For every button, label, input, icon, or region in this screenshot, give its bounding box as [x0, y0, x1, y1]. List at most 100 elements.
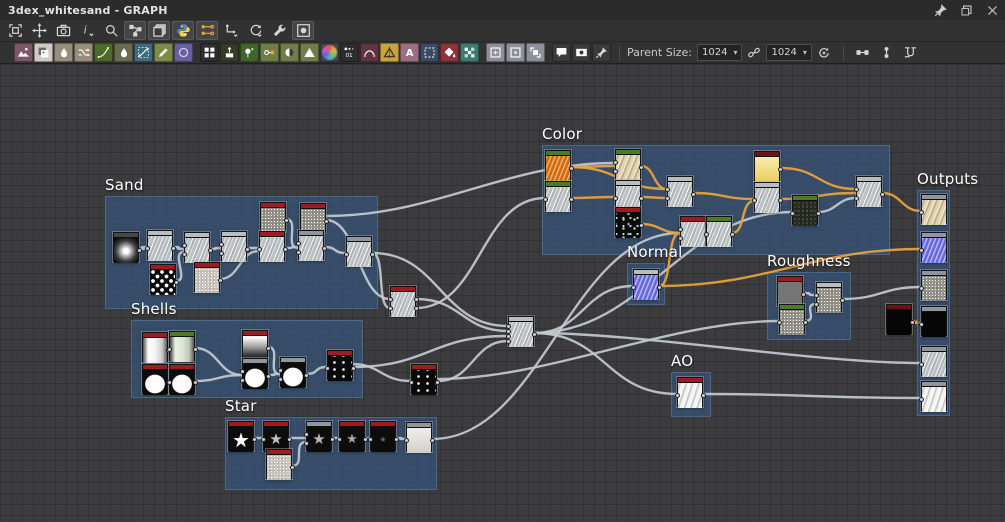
input-port[interactable] — [239, 377, 245, 383]
output-port[interactable] — [244, 246, 250, 252]
input-port[interactable] — [918, 247, 924, 253]
input-port[interactable] — [612, 168, 618, 174]
output-port[interactable] — [531, 331, 537, 337]
input-port[interactable] — [295, 249, 301, 255]
layers-button[interactable] — [148, 21, 170, 40]
chain-link-node-button[interactable] — [260, 43, 279, 62]
input-port[interactable] — [813, 301, 819, 307]
output-port[interactable] — [568, 196, 574, 202]
output-port[interactable] — [289, 464, 295, 470]
node-speckS[interactable] — [324, 350, 356, 381]
output-port[interactable] — [192, 379, 198, 385]
node-blobB[interactable] — [166, 364, 198, 395]
node-sp1[interactable] — [260, 202, 289, 233]
node-cGray1[interactable] — [542, 181, 574, 212]
gradient-map-node-button[interactable] — [320, 43, 339, 62]
input-port[interactable] — [612, 160, 618, 166]
input-port[interactable] — [295, 241, 301, 247]
node-stNoise[interactable] — [266, 449, 295, 480]
output-port[interactable] — [413, 297, 419, 303]
reset-size-button[interactable] — [815, 44, 833, 62]
output-port[interactable] — [568, 165, 574, 171]
input-port[interactable] — [505, 339, 511, 344]
input-port[interactable] — [630, 284, 636, 290]
input-port[interactable] — [677, 235, 683, 241]
output-port[interactable] — [413, 305, 419, 311]
node-o3[interactable] — [918, 270, 947, 301]
input-port[interactable] — [303, 432, 309, 438]
input-port[interactable] — [918, 285, 924, 291]
output-port[interactable] — [207, 247, 213, 253]
output-port[interactable] — [136, 247, 142, 253]
output-port[interactable] — [839, 297, 845, 303]
node-cYellow[interactable] — [754, 151, 783, 182]
preview-box-button[interactable] — [292, 21, 314, 40]
output-port[interactable] — [656, 284, 662, 290]
output-port[interactable] — [321, 245, 327, 251]
node-s5[interactable] — [295, 230, 327, 261]
output-port[interactable] — [251, 436, 257, 442]
slope-blur-node-button[interactable] — [154, 43, 173, 62]
input-port[interactable] — [367, 436, 373, 442]
input-port[interactable] — [303, 440, 309, 446]
flood-fill-node-button[interactable] — [440, 43, 459, 62]
node-preview-node-button[interactable] — [572, 43, 591, 62]
node-cSpeck[interactable] — [615, 207, 644, 238]
output-port[interactable] — [777, 166, 783, 172]
tile-sampler-node-button[interactable] — [200, 43, 219, 62]
input-port[interactable] — [918, 396, 924, 402]
output-port[interactable] — [393, 436, 399, 442]
node-cPairA[interactable] — [677, 216, 709, 247]
parent-width-select[interactable]: 1024 ▾ — [697, 44, 743, 61]
compact-links-button[interactable] — [852, 43, 874, 62]
node-vgrad[interactable] — [242, 330, 271, 361]
node-rNoise2[interactable] — [813, 282, 845, 313]
node-nB[interactable] — [408, 364, 440, 395]
output-port[interactable] — [638, 164, 644, 170]
transformation-node-button[interactable] — [134, 43, 153, 62]
output-port[interactable] — [638, 222, 644, 228]
input-port[interactable] — [218, 250, 224, 256]
input-port[interactable] — [181, 243, 187, 249]
input-port[interactable] — [239, 369, 245, 375]
python-editor-button[interactable] — [172, 21, 194, 40]
node-grain[interactable] — [194, 262, 223, 293]
input-port[interactable] — [343, 251, 349, 257]
sharpen-node-button[interactable] — [114, 43, 133, 62]
node-cGray2[interactable] — [612, 180, 644, 211]
corner-frame-node-button[interactable] — [526, 43, 545, 62]
node-blobA[interactable] — [142, 364, 171, 395]
output-port[interactable] — [362, 436, 368, 442]
node-st3[interactable]: ★ — [303, 421, 335, 452]
restore-window-button[interactable] — [957, 2, 975, 18]
output-port[interactable] — [369, 251, 375, 257]
pan-view-button[interactable] — [28, 21, 50, 40]
output-port[interactable] — [909, 319, 915, 325]
pyramid-node-button[interactable] — [300, 43, 319, 62]
tools-button[interactable] — [268, 21, 290, 40]
node-ao[interactable] — [674, 377, 706, 408]
comment-node-button[interactable] — [552, 43, 571, 62]
input-port[interactable] — [256, 246, 262, 252]
input-port[interactable] — [387, 305, 393, 311]
node-cGray3[interactable] — [751, 182, 783, 213]
input-port[interactable] — [853, 195, 859, 201]
input-port[interactable] — [664, 187, 670, 193]
input-port[interactable] — [166, 379, 172, 385]
output-port[interactable] — [700, 392, 706, 398]
node-cPairB[interactable] — [703, 216, 735, 247]
input-port[interactable] — [918, 321, 924, 327]
input-port[interactable] — [181, 251, 187, 257]
input-port[interactable] — [218, 242, 224, 248]
input-port[interactable] — [324, 365, 330, 371]
rotate-view-button[interactable] — [244, 21, 266, 40]
input-port[interactable] — [674, 392, 680, 398]
output-port[interactable] — [303, 372, 309, 378]
close-window-button[interactable] — [983, 2, 1001, 18]
input-port[interactable] — [277, 368, 283, 374]
node-s6[interactable] — [343, 236, 375, 267]
text-node-button[interactable]: A — [400, 43, 419, 62]
parent-height-select[interactable]: 1024 ▾ — [766, 44, 812, 61]
output-port[interactable] — [802, 319, 808, 325]
input-port[interactable] — [403, 437, 409, 443]
